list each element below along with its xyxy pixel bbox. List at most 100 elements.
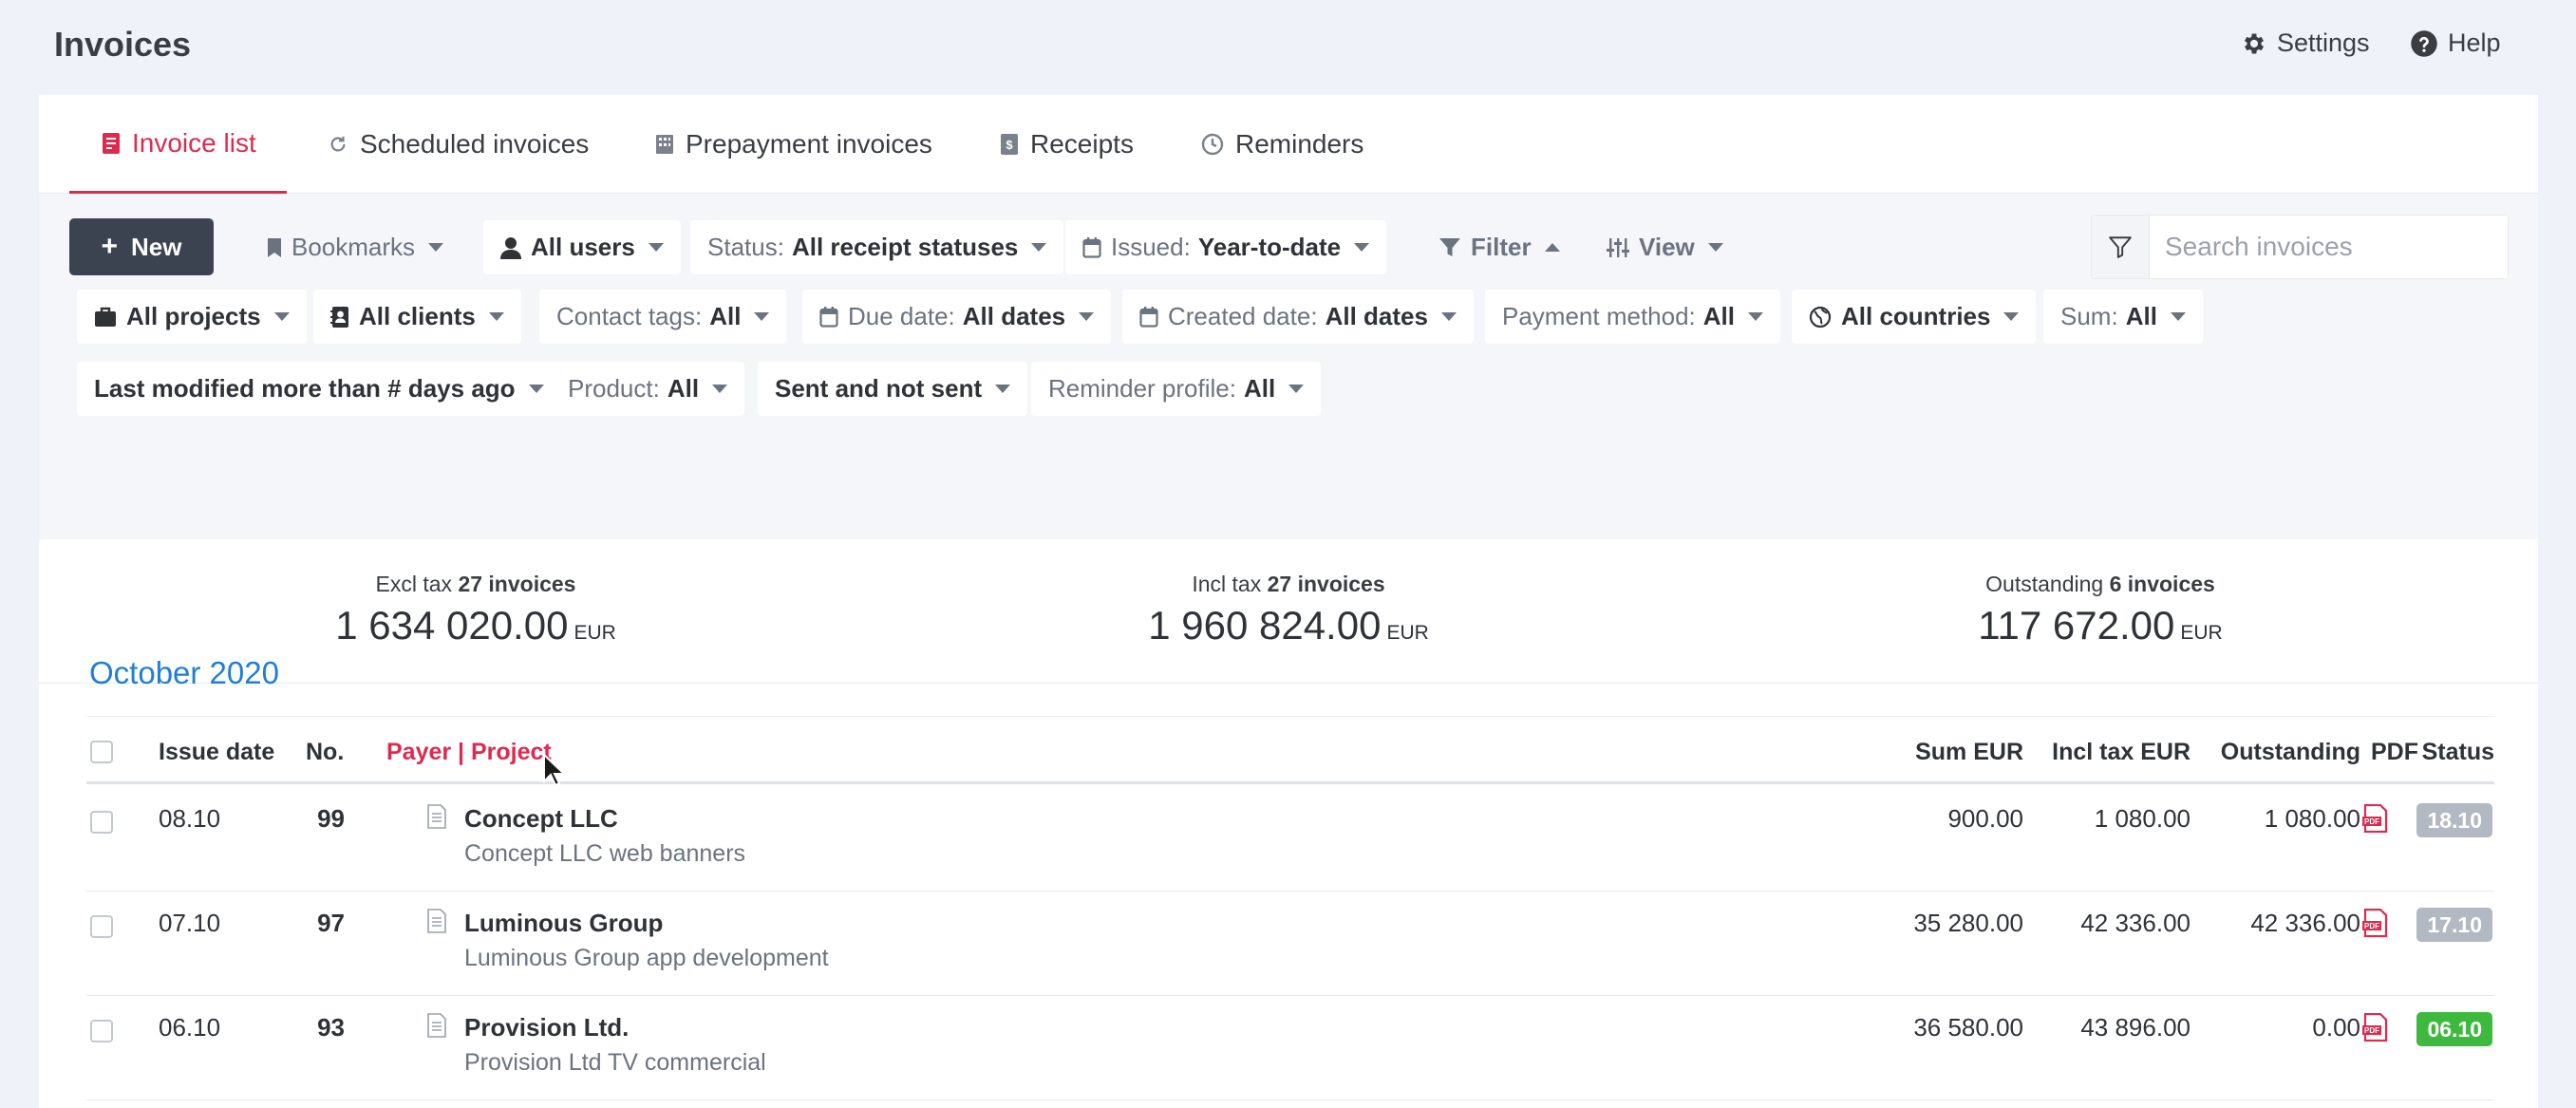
tab-invoice-list[interactable]: Invoice list bbox=[69, 95, 287, 194]
status-badge: 17.10 bbox=[2416, 908, 2492, 942]
user-icon bbox=[500, 236, 521, 259]
new-invoice-button[interactable]: + New bbox=[69, 218, 214, 275]
col-issue-date[interactable]: Issue date bbox=[159, 739, 274, 766]
col-sum[interactable]: Sum EUR bbox=[1915, 739, 2023, 766]
projects-dropdown[interactable]: All projects bbox=[77, 290, 307, 344]
payer-name[interactable]: Provision Ltd. bbox=[464, 1013, 629, 1042]
payment-method-dropdown[interactable]: Payment method: All bbox=[1485, 290, 1781, 344]
pdf-icon[interactable]: PDF bbox=[2361, 1013, 2390, 1042]
table-header: Issue date No. Payer | Project Sum EUR I… bbox=[86, 716, 2494, 784]
created-date-value: All dates bbox=[1325, 302, 1428, 330]
payer-name[interactable]: Luminous Group bbox=[464, 909, 663, 938]
settings-link[interactable]: Settings bbox=[2241, 28, 2370, 58]
caret-down-icon bbox=[712, 385, 728, 393]
help-link[interactable]: Help bbox=[2410, 28, 2501, 58]
caret-down-icon bbox=[754, 312, 770, 321]
col-outstanding[interactable]: Outstanding bbox=[2221, 739, 2360, 766]
invoice-number: 93 bbox=[317, 1013, 345, 1042]
payment-method-label: Payment method: bbox=[1502, 302, 1696, 330]
project-name[interactable]: Luminous Group app development bbox=[464, 945, 829, 972]
contact-book-icon bbox=[330, 306, 348, 328]
created-date-dropdown[interactable]: Created date: All dates bbox=[1122, 290, 1474, 344]
users-dropdown[interactable]: All users bbox=[483, 220, 681, 274]
tab-scheduled-invoices[interactable]: Scheduled invoices bbox=[328, 95, 589, 194]
pdf-icon[interactable]: PDF bbox=[2361, 909, 2390, 937]
summary-label: Excl tax bbox=[375, 572, 453, 596]
row-checkbox[interactable] bbox=[90, 811, 113, 834]
caret-down-icon bbox=[1079, 312, 1095, 321]
incl-tax-value: 43 896.00 bbox=[2080, 1013, 2191, 1042]
select-all-checkbox[interactable] bbox=[90, 741, 113, 763]
bookmarks-dropdown[interactable]: Bookmarks bbox=[250, 220, 461, 274]
col-number[interactable]: No. bbox=[306, 739, 344, 766]
product-dropdown[interactable]: Product: All bbox=[551, 362, 745, 416]
issued-dropdown[interactable]: Issued: Year-to-date bbox=[1065, 220, 1387, 274]
filter-toggle[interactable]: Filter bbox=[1421, 220, 1577, 274]
col-status[interactable]: Status bbox=[2422, 739, 2494, 766]
caret-down-icon bbox=[1748, 312, 1764, 321]
outstanding-value: 1 080.00 bbox=[2264, 804, 2360, 833]
summary-currency: EUR bbox=[2180, 622, 2223, 644]
caret-down-icon bbox=[1440, 312, 1457, 321]
mouse-cursor-icon bbox=[543, 753, 565, 787]
last-modified-value: Last modified more than # days ago bbox=[94, 374, 516, 403]
calendar-icon bbox=[1139, 306, 1158, 328]
summary-incl-tax: Incl tax 27 invoices 1 960 824.00 EUR bbox=[1148, 572, 1429, 648]
settings-label: Settings bbox=[2277, 28, 2370, 57]
reminder-profile-dropdown[interactable]: Reminder profile: All bbox=[1031, 362, 1322, 416]
sum-dropdown[interactable]: Sum: All bbox=[2043, 290, 2203, 344]
table-row[interactable]: 07.10 97 Luminous Group Luminous Group a… bbox=[86, 892, 2494, 996]
tab-receipts[interactable]: $ Receipts bbox=[1000, 95, 1134, 194]
issued-value: Year-to-date bbox=[1197, 233, 1342, 261]
svg-text:PDF: PDF bbox=[2364, 922, 2379, 930]
payer-name[interactable]: Concept LLC bbox=[464, 804, 618, 834]
help-label: Help bbox=[2448, 28, 2501, 57]
due-date-dropdown[interactable]: Due date: All dates bbox=[802, 290, 1112, 344]
status-dropdown[interactable]: Status: All receipt statuses bbox=[690, 220, 1064, 274]
summary-amount: 117 672.00 bbox=[1978, 603, 2175, 648]
project-name[interactable]: Provision Ltd TV commercial bbox=[464, 1049, 766, 1077]
table-row[interactable]: 08.10 99 Concept LLC Concept LLC web ban… bbox=[86, 787, 2494, 892]
project-name[interactable]: Concept LLC web banners bbox=[464, 840, 745, 868]
countries-dropdown[interactable]: All countries bbox=[1792, 290, 2037, 344]
last-modified-dropdown[interactable]: Last modified more than # days ago bbox=[77, 362, 561, 416]
invoice-icon bbox=[103, 132, 120, 154]
summary-amount: 1 634 020.00 bbox=[335, 603, 569, 648]
tab-label: Scheduled invoices bbox=[360, 129, 590, 159]
summary-count: 27 invoices bbox=[458, 572, 576, 596]
sum-value: 900.00 bbox=[1947, 804, 2023, 833]
pdf-icon[interactable]: PDF bbox=[2361, 804, 2390, 833]
view-dropdown[interactable]: View bbox=[1589, 220, 1740, 274]
row-checkbox[interactable] bbox=[90, 1020, 113, 1042]
caret-down-icon bbox=[2170, 312, 2186, 321]
due-date-label: Due date: bbox=[848, 302, 955, 330]
caret-up-icon bbox=[1544, 243, 1560, 252]
issue-date: 08.10 bbox=[159, 804, 221, 833]
document-icon bbox=[427, 1013, 446, 1038]
row-checkbox[interactable] bbox=[90, 915, 113, 938]
table-row[interactable]: 06.10 93 Provision Ltd. Provision Ltd TV… bbox=[86, 996, 2494, 1100]
clients-value: All clients bbox=[359, 302, 476, 330]
contact-tags-dropdown[interactable]: Contact tags: All bbox=[539, 290, 787, 344]
invoice-number: 99 bbox=[317, 804, 345, 833]
sliders-icon bbox=[1607, 237, 1629, 257]
col-incl-tax[interactable]: Incl tax EUR bbox=[2052, 739, 2191, 766]
search-filter-button[interactable] bbox=[2092, 216, 2150, 278]
invoice-number: 97 bbox=[317, 909, 345, 937]
sent-status-dropdown[interactable]: Sent and not sent bbox=[758, 362, 1028, 416]
month-heading: October 2020 bbox=[89, 655, 279, 690]
caret-down-icon bbox=[1288, 385, 1305, 393]
svg-text:PDF: PDF bbox=[2364, 1026, 2379, 1035]
gear-icon bbox=[2244, 33, 2265, 53]
outstanding-value: 42 336.00 bbox=[2250, 909, 2360, 937]
tab-reminders[interactable]: Reminders bbox=[1201, 95, 1363, 194]
document-icon bbox=[427, 804, 446, 829]
caret-down-icon bbox=[648, 243, 664, 252]
search-input[interactable] bbox=[2150, 216, 2508, 278]
col-payer-project[interactable]: Payer | Project bbox=[386, 739, 552, 766]
summary-label: Outstanding bbox=[1985, 572, 2104, 596]
clients-dropdown[interactable]: All clients bbox=[313, 290, 521, 344]
tab-prepayment-invoices[interactable]: Prepayment invoices bbox=[655, 95, 932, 194]
refresh-icon bbox=[330, 136, 346, 152]
projects-value: All projects bbox=[126, 302, 261, 330]
